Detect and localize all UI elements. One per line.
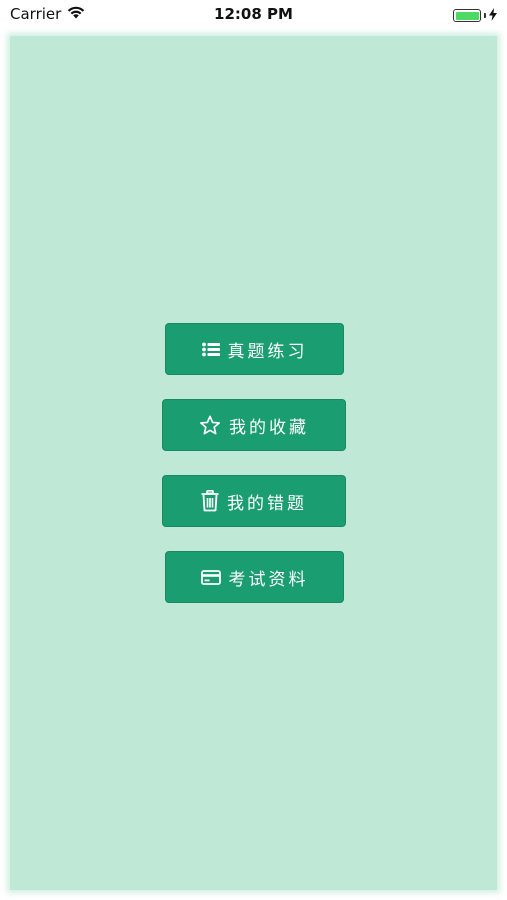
exam-materials-button[interactable]: 考试资料	[165, 551, 344, 603]
my-favorites-button[interactable]: 我的收藏	[162, 399, 346, 451]
status-time: 12:08 PM	[214, 5, 293, 23]
main-panel: 真题练习 我的收藏 我的错题 考试资料	[10, 36, 497, 890]
practice-questions-button[interactable]: 真题练习	[165, 323, 344, 375]
battery-indicator	[453, 6, 497, 25]
credit-card-icon	[200, 569, 221, 585]
battery-level	[455, 11, 479, 20]
my-favorites-label: 我的收藏	[229, 417, 309, 438]
my-mistakes-label: 我的错题	[227, 493, 307, 514]
charging-bolt-icon	[489, 6, 497, 25]
list-icon	[201, 342, 220, 357]
trash-icon	[201, 490, 219, 512]
status-bar: Carrier 12:08 PM	[0, 0, 507, 28]
battery-icon	[453, 9, 481, 22]
star-icon	[199, 415, 221, 436]
exam-materials-label: 考试资料	[228, 569, 309, 590]
practice-questions-label: 真题练习	[227, 341, 308, 362]
my-mistakes-button[interactable]: 我的错题	[162, 475, 346, 527]
battery-nub	[484, 13, 486, 18]
